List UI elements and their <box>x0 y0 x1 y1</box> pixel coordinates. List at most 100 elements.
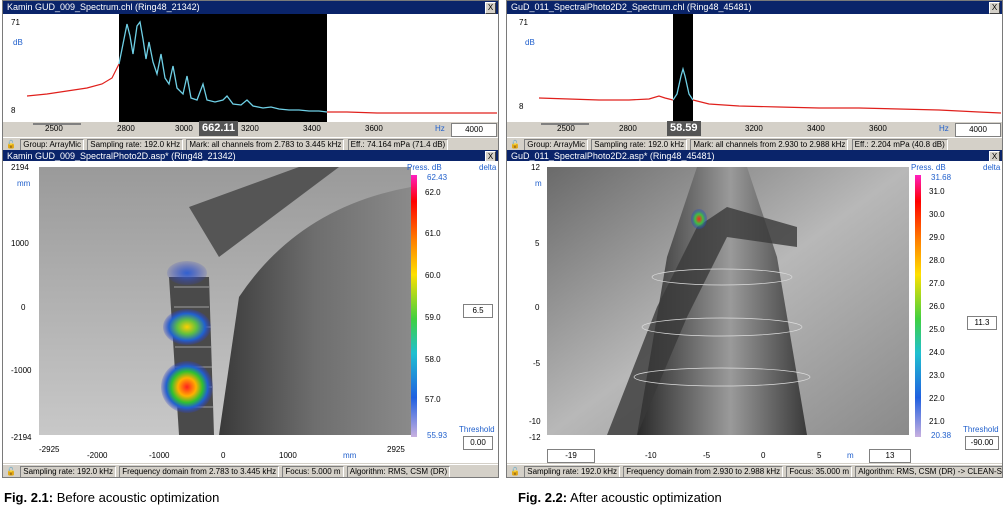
hotspot-middle <box>163 309 211 345</box>
y-tick: 5 <box>535 239 540 248</box>
band-width-readout: 58.59 <box>667 121 701 136</box>
y-tick: -10 <box>529 417 541 426</box>
x-start-value: -19 <box>565 451 577 460</box>
y-tick: -2194 <box>11 433 32 442</box>
spectrum-statusbar: 🔓 Group: ArrayMic Sampling rate: 192.0 k… <box>507 137 1002 151</box>
window-title: GuD_011_SpectralPhoto2D2_Spectrum.chl (R… <box>511 2 752 12</box>
legend-tick: 59.0 <box>425 313 441 322</box>
legend-tick: 61.0 <box>425 229 441 238</box>
threshold-label: Threshold <box>459 425 495 434</box>
spectrum-plot[interactable]: 71 dB 8 <box>507 14 1002 122</box>
threshold-field[interactable]: 0.00 <box>463 436 493 450</box>
legend-top: 31.68 <box>931 173 952 182</box>
spectrum-line-outside <box>27 63 120 97</box>
y-tick: -5 <box>533 359 541 368</box>
status-sampling: Sampling rate: 192.0 kHz <box>20 466 117 477</box>
y-max-label: 71 <box>519 18 528 27</box>
legend-tick: 28.0 <box>929 256 945 265</box>
band-width-readout: 662.11 <box>199 121 239 136</box>
legend-tick: 23.0 <box>929 371 945 380</box>
caption-prefix: Fig. 2.2: <box>518 490 568 505</box>
x-tick: 3200 <box>241 124 259 133</box>
caption-text: After acoustic optimization <box>567 490 722 505</box>
x-tick: 5 <box>817 451 822 460</box>
y-unit: mm <box>17 179 31 188</box>
y-tick: 0 <box>21 303 26 312</box>
right-analysis-window: GuD_011_SpectralPhoto2D2_Spectrum.chl (R… <box>506 0 1003 478</box>
spectrum-line <box>539 95 674 101</box>
marked-frequency-band <box>119 14 327 122</box>
legend-title: Press. dB <box>911 163 946 172</box>
spectrum-statusbar: 🔓 Group: ArrayMic Sampling rate: 192.0 k… <box>3 137 498 151</box>
legend-tick: 57.0 <box>425 395 441 404</box>
acoustic-photo-view[interactable]: 12 m 5 0 -5 -10 -12 Press. dB delta 31.6… <box>507 161 1002 463</box>
spectrum-x-axis: 2500 2800 3000 3200 3400 3600 Hz 4000 66… <box>3 121 498 137</box>
x-tick: 2500 <box>45 124 63 133</box>
delta-field[interactable]: 11.3 <box>967 316 997 330</box>
x-tick: 2800 <box>619 124 637 133</box>
legend-tick: 58.0 <box>425 355 441 364</box>
threshold-value: 0.00 <box>470 438 486 447</box>
threshold-field[interactable]: -90.00 <box>965 436 999 450</box>
status-focus: Focus: 35.000 m <box>786 466 852 477</box>
legend-top: 62.43 <box>427 173 448 182</box>
delta-value: 6.5 <box>472 306 484 315</box>
camera-image <box>547 167 909 435</box>
x-start-field[interactable]: -19 <box>547 449 595 463</box>
y-min-label: 8 <box>519 102 524 111</box>
y-tick: 2194 <box>11 163 29 172</box>
figure-caption-right: Fig. 2.2: After acoustic optimization <box>518 490 722 505</box>
y-unit-label: dB <box>13 38 23 47</box>
acoustic-photo-view[interactable]: 2194 mm 1000 0 -1000 -2194 Press. dB del… <box>3 161 498 463</box>
x-tick: 0 <box>761 451 766 460</box>
status-domain: Frequency domain from 2.783 to 3.445 kHz <box>119 466 280 477</box>
y-max-label: 71 <box>11 18 20 27</box>
x-tick: 2925 <box>387 445 405 454</box>
legend-tick: 29.0 <box>929 233 945 242</box>
spectrum-titlebar: Kamin GUD_009_Spectrum.chl (Ring48_21342… <box>3 1 498 14</box>
legend-tick: 62.0 <box>425 188 441 197</box>
x-end-field[interactable]: 13 <box>869 449 911 463</box>
spectrum-line-after <box>327 111 497 114</box>
lock-icon: 🔓 <box>510 140 520 149</box>
spectrum-plot[interactable]: 71 dB 8 <box>3 14 498 122</box>
hotspot-top <box>167 261 207 285</box>
y-unit-label: dB <box>525 38 535 47</box>
threshold-value: -90.00 <box>970 438 994 447</box>
x-tick: 3000 <box>175 124 193 133</box>
y-tick: -12 <box>529 433 541 442</box>
y-min-label: 8 <box>11 106 16 115</box>
legend-tick: 26.0 <box>929 302 945 311</box>
x-tick: 3400 <box>303 124 321 133</box>
x-tick: 3600 <box>869 124 887 133</box>
legend-tick: 22.0 <box>929 394 945 403</box>
status-sampling: Sampling rate: 192.0 kHz <box>524 466 621 477</box>
color-scale-bar <box>915 175 921 437</box>
x-tick: -2000 <box>87 451 108 460</box>
legend-title: Press. dB <box>407 163 442 172</box>
hotspot <box>691 209 707 229</box>
legend-tick: 27.0 <box>929 279 945 288</box>
x-unit: mm <box>343 451 357 460</box>
x-tick: 1000 <box>279 451 297 460</box>
delta-value: 11.3 <box>974 318 990 327</box>
legend-tick: 30.0 <box>929 210 945 219</box>
caption-text: Before acoustic optimization <box>53 490 220 505</box>
y-tick: 0 <box>535 303 540 312</box>
freq-end-field[interactable]: 4000 <box>955 123 1001 137</box>
freq-end-field[interactable]: 4000 <box>451 123 497 137</box>
color-scale-bar <box>411 175 417 437</box>
x-tick: 0 <box>221 451 226 460</box>
x-unit: Hz <box>435 124 445 133</box>
spectrum-curve <box>539 14 1001 122</box>
freq-end-value: 4000 <box>969 125 987 134</box>
close-button[interactable]: X <box>989 2 1000 14</box>
close-button[interactable]: X <box>485 2 496 14</box>
x-tick: -1000 <box>149 451 170 460</box>
delta-field[interactable]: 6.5 <box>463 304 493 318</box>
spectrum-line-after <box>692 99 1001 114</box>
lock-icon: 🔓 <box>6 140 16 149</box>
spectrum-titlebar: GuD_011_SpectralPhoto2D2_Spectrum.chl (R… <box>507 1 1002 14</box>
status-focus: Focus: 5.000 m <box>282 466 344 477</box>
y-tick: 1000 <box>11 239 29 248</box>
